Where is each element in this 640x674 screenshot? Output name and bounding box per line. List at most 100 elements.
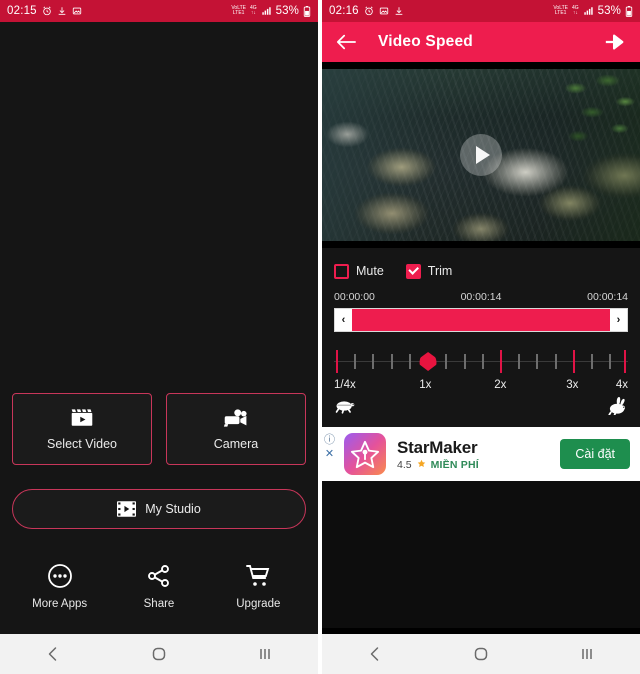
android-nav-bar <box>0 634 318 674</box>
close-icon[interactable]: ✕ <box>325 449 334 460</box>
video-preview[interactable] <box>322 62 640 248</box>
trim-range-slider[interactable]: ‹ › <box>334 308 628 332</box>
speed-label-3x: 3x <box>566 379 579 391</box>
speed-tick <box>390 354 393 369</box>
speed-tick <box>518 354 521 369</box>
back-icon <box>370 647 379 661</box>
play-icon[interactable] <box>460 134 502 176</box>
status-bar-right: VoLTE LTE1 4G ↑↓ 53% <box>553 5 633 17</box>
turtle-icon <box>334 398 356 414</box>
nav-back-button[interactable] <box>322 646 428 662</box>
home-icon <box>152 647 166 661</box>
timeline-times: 00:00:00 00:00:14 00:00:14 <box>334 291 628 303</box>
info-icon[interactable]: ⓘ <box>324 435 335 446</box>
ad-install-button[interactable]: Cài đặt <box>560 439 630 469</box>
speed-tick <box>554 354 557 369</box>
speed-tick-major <box>499 350 502 373</box>
ad-choices-controls[interactable]: ⓘ ✕ <box>324 435 335 460</box>
time-end: 00:00:14 <box>587 291 628 303</box>
more-dots-circle-icon <box>47 563 73 589</box>
my-studio-button[interactable]: My Studio <box>12 489 306 529</box>
trim-right-handle[interactable]: › <box>610 309 627 331</box>
more-apps-button[interactable]: More Apps <box>10 563 109 610</box>
speed-tick <box>536 354 539 369</box>
status-time: 02:16 <box>329 5 359 17</box>
speed-tick <box>354 354 357 369</box>
speed-animal-icons <box>334 395 628 417</box>
status-time: 02:15 <box>7 5 37 17</box>
screenshot-icon <box>57 6 67 16</box>
speed-label-1x: 1x <box>419 379 432 391</box>
camera-button[interactable]: Camera <box>166 393 306 465</box>
network-type-icon: 4G ↑↓ <box>250 4 257 16</box>
trim-checkbox[interactable]: Trim <box>405 263 453 279</box>
ad-banner[interactable]: ⓘ ✕ StarMaker 4.5 MIỀN PHÍ Cài đặt <box>322 427 640 481</box>
speed-tick <box>372 354 375 369</box>
nav-recents-button[interactable] <box>534 646 640 662</box>
trim-selected-range[interactable] <box>352 309 610 331</box>
image-icon <box>72 6 82 16</box>
status-bar: 02:16 VoLTE LTE1 4G ↑↓ 53% <box>322 0 640 22</box>
nav-recents-button[interactable] <box>212 646 318 662</box>
trim-label: Trim <box>427 264 453 278</box>
home-screen-body: Select Video Camera My Studio More Apps … <box>0 22 318 634</box>
speed-label-quarter: 1/4x <box>334 379 356 391</box>
speed-tick <box>463 354 466 369</box>
signal-icon <box>261 6 272 16</box>
more-apps-label: More Apps <box>32 598 88 610</box>
upgrade-label: Upgrade <box>236 598 281 610</box>
speed-label-2x: 2x <box>494 379 507 391</box>
trim-checkbox-box <box>405 263 421 279</box>
nav-back-button[interactable] <box>0 646 106 662</box>
network-type-icon: 4G ↑↓ <box>572 4 579 16</box>
studio-section: My Studio <box>0 489 318 529</box>
mute-checkbox[interactable]: Mute <box>334 263 384 279</box>
select-video-button[interactable]: Select Video <box>12 393 152 465</box>
arrow-left-icon[interactable] <box>336 33 356 51</box>
trim-left-handle[interactable]: ‹ <box>335 309 352 331</box>
bottom-nav-row: More Apps Share Upgrade <box>0 563 318 634</box>
app-bar: Video Speed <box>322 22 640 62</box>
upgrade-button[interactable]: Upgrade <box>209 563 308 610</box>
speed-tick <box>408 354 411 369</box>
volte-icon: VoLTE LTE1 <box>553 4 568 16</box>
speed-scale-labels: 1/4x 1x 2x 3x 4x <box>334 379 628 395</box>
image-icon <box>379 6 389 16</box>
time-current: 00:00:14 <box>460 291 502 303</box>
share-nodes-icon <box>146 563 172 589</box>
send-arrow-icon[interactable] <box>604 33 626 51</box>
recents-icon <box>260 649 270 659</box>
speed-tick <box>481 354 484 369</box>
primary-actions-row: Select Video Camera <box>0 393 318 465</box>
android-nav-bar <box>322 634 640 674</box>
nav-home-button[interactable] <box>428 646 534 662</box>
share-button[interactable]: Share <box>109 563 208 610</box>
status-bar-left: 02:15 <box>7 5 82 17</box>
speed-tick <box>591 354 594 369</box>
mute-checkbox-box <box>334 263 349 279</box>
ad-rating: 4.5 <box>397 458 412 471</box>
play-triangle <box>476 146 490 164</box>
home-icon <box>474 647 488 661</box>
video-camera-icon <box>223 408 249 428</box>
options-row: Mute Trim <box>334 258 628 284</box>
rabbit-icon <box>608 397 628 416</box>
video-foliage-detail <box>548 69 640 165</box>
camera-label: Camera <box>213 436 259 451</box>
speed-tick <box>609 354 612 369</box>
rating-star-icon <box>417 459 426 471</box>
recents-icon <box>582 649 592 659</box>
status-bar-right: VoLTE LTE1 4G ↑↓ 53% <box>231 5 311 17</box>
share-label: Share <box>143 598 175 610</box>
battery-percent: 53% <box>275 5 299 17</box>
top-spacer <box>0 22 318 393</box>
volte-icon: VoLTE LTE1 <box>231 4 246 16</box>
speed-slider-thumb[interactable] <box>419 352 437 371</box>
speed-slider[interactable] <box>334 350 628 376</box>
select-video-label: Select Video <box>47 436 117 451</box>
status-bar-left: 02:16 <box>329 5 404 17</box>
time-start: 00:00:00 <box>334 291 375 303</box>
ad-price-label: MIỀN PHÍ <box>430 458 479 471</box>
screenshot-icon <box>394 6 404 16</box>
nav-home-button[interactable] <box>106 646 212 662</box>
